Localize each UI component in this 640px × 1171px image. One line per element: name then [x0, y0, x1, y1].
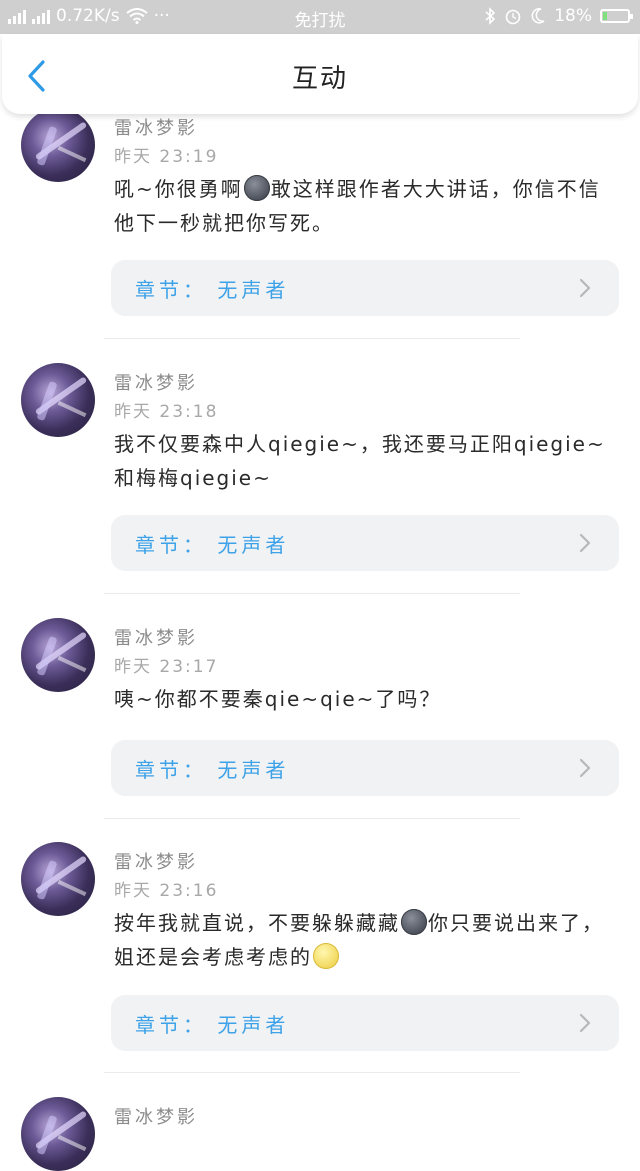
- divider: [104, 1072, 520, 1073]
- avatar[interactable]: [21, 363, 95, 437]
- chapter-link[interactable]: 章节： 无声者: [111, 740, 619, 796]
- new-moon-emoji-icon: [243, 175, 270, 201]
- comment-username[interactable]: 雷冰梦影: [114, 624, 198, 650]
- comment-text: 按年我就直说，不要躲躲藏藏 你只要说出来了，姐还是会考虑考虑的: [114, 909, 604, 969]
- status-bar: 0.72K/s ··· 免打扰 18%: [0, 0, 640, 34]
- chapter-link[interactable]: 章节： 无声者: [111, 515, 619, 571]
- comment-username[interactable]: 雷冰梦影: [114, 114, 198, 140]
- battery-percent: 18%: [554, 6, 592, 26]
- chapter-link[interactable]: 章节： 无声者: [111, 995, 619, 1051]
- header-bar: 互动: [2, 34, 638, 114]
- chapter-label: 章节： 无声者: [135, 758, 290, 782]
- divider: [104, 593, 520, 594]
- battery-icon: [600, 9, 633, 23]
- bluetooth-icon: [485, 7, 496, 25]
- avatar[interactable]: [21, 842, 95, 916]
- full-moon-emoji-icon: [313, 943, 339, 969]
- comment-time: 昨天 23:19: [114, 147, 219, 167]
- comment-username[interactable]: 雷冰梦影: [114, 848, 198, 874]
- avatar[interactable]: [21, 618, 95, 692]
- chapter-label: 章节： 无声者: [135, 533, 290, 557]
- comment-text: 我不仅要森中人qiegie~，我还要马正阳qiegie~和梅梅qiegie~: [114, 432, 606, 490]
- divider: [104, 338, 520, 339]
- comment-username[interactable]: 雷冰梦影: [114, 369, 198, 395]
- chevron-right-icon: [579, 758, 591, 778]
- alarm-icon: [505, 9, 521, 25]
- moon-icon: [531, 8, 545, 24]
- new-moon-emoji-icon: [401, 909, 427, 935]
- chapter-label: 章节： 无声者: [135, 278, 290, 302]
- avatar[interactable]: [21, 1097, 95, 1171]
- comment-time: 昨天 23:18: [114, 402, 219, 422]
- comment-time: 昨天 23:17: [114, 657, 219, 677]
- divider: [104, 818, 520, 819]
- comment-text: 吼~你很勇啊 敢这样跟作者大大讲话，你信不信他下一秒就把你写死。: [114, 175, 601, 235]
- comment-username[interactable]: 雷冰梦影: [114, 1103, 198, 1129]
- comment-time: 昨天 23:16: [114, 881, 219, 901]
- avatar[interactable]: [21, 108, 95, 182]
- chevron-right-icon: [579, 1013, 591, 1033]
- chapter-label: 章节： 无声者: [135, 1013, 290, 1037]
- chapter-link[interactable]: 章节： 无声者: [111, 260, 619, 316]
- comment-text: 咦~你都不要秦qie~qie~了吗？: [114, 687, 442, 711]
- page-title: 互动: [291, 64, 348, 94]
- chevron-right-icon: [579, 278, 591, 298]
- chevron-right-icon: [579, 533, 591, 553]
